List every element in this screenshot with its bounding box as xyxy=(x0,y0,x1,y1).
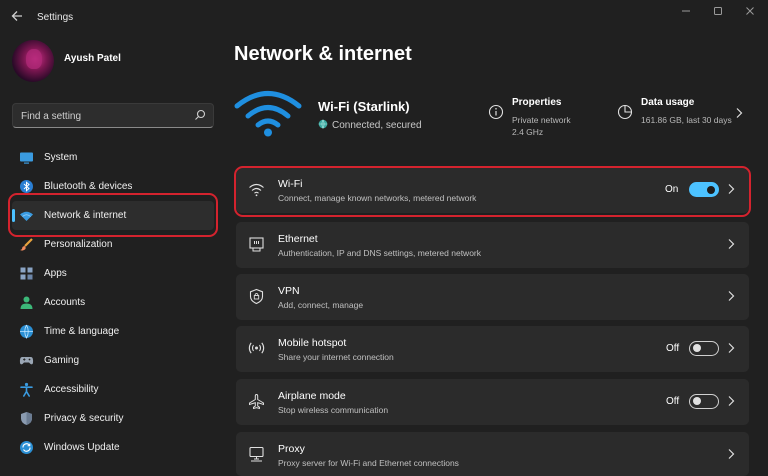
card-title: Proxy xyxy=(278,443,305,455)
ethernet-icon xyxy=(249,237,264,252)
card-title: Ethernet xyxy=(278,233,318,245)
hotspot-icon xyxy=(248,342,265,354)
sidebar-item-label: Personalization xyxy=(44,239,113,250)
card-subtitle: Share your internet connection xyxy=(278,352,394,362)
sidebar-item-personalization[interactable]: Personalization xyxy=(12,230,214,259)
sidebar-item-time-language[interactable]: Time & language xyxy=(12,317,214,346)
chevron-right-icon xyxy=(728,449,735,459)
info-icon xyxy=(488,104,504,120)
chevron-right-icon xyxy=(736,108,743,118)
app-title: Settings xyxy=(37,12,74,23)
sidebar-item-label: Apps xyxy=(44,268,67,279)
personalization-brush-icon xyxy=(20,238,33,251)
card-subtitle: Stop wireless communication xyxy=(278,405,389,415)
search-placeholder: Find a setting xyxy=(21,111,82,122)
sidebar-item-accounts[interactable]: Accounts xyxy=(12,288,214,317)
card-airplane-mode[interactable]: Airplane mode Stop wireless communicatio… xyxy=(236,379,749,425)
card-wifi[interactable]: Wi-Fi Connect, manage known networks, me… xyxy=(236,167,749,213)
sidebar-item-network[interactable]: Network & internet xyxy=(12,201,214,230)
card-vpn[interactable]: VPN Add, connect, manage xyxy=(236,274,749,320)
wifi-toggle-state: On xyxy=(665,184,679,195)
card-subtitle: Connect, manage known networks, metered … xyxy=(278,193,477,203)
back-arrow-icon[interactable] xyxy=(8,9,26,27)
card-subtitle: Add, connect, manage xyxy=(278,300,364,310)
connection-status: Connected, secured xyxy=(318,119,422,131)
network-icon xyxy=(20,211,33,221)
apps-icon xyxy=(20,267,33,280)
card-proxy[interactable]: Proxy Proxy server for Wi-Fi and Etherne… xyxy=(236,432,749,476)
card-title: Mobile hotspot xyxy=(278,337,347,349)
wifi-icon xyxy=(249,183,264,197)
connection-status-text: Connected, secured xyxy=(332,120,422,131)
accessibility-icon xyxy=(20,382,33,397)
chevron-right-icon xyxy=(728,396,735,406)
sidebar-item-system[interactable]: System xyxy=(12,143,214,172)
sidebar-item-bluetooth[interactable]: Bluetooth & devices xyxy=(12,172,214,201)
user-profile[interactable]: Ayush Patel xyxy=(12,40,212,88)
active-indicator xyxy=(12,209,15,222)
properties-title: Properties xyxy=(512,97,562,108)
airplane-icon xyxy=(249,393,264,410)
card-mobile-hotspot[interactable]: Mobile hotspot Share your internet conne… xyxy=(236,326,749,372)
network-name: Wi-Fi (Starlink) xyxy=(318,99,410,114)
sidebar-item-label: System xyxy=(44,152,78,163)
profile-name: Ayush Patel xyxy=(64,53,121,64)
chevron-right-icon xyxy=(728,239,735,249)
windows-update-icon xyxy=(20,441,33,454)
card-title: Wi-Fi xyxy=(278,178,303,190)
wifi-hero-icon xyxy=(234,91,302,137)
data-usage-amount: 161.86 GB, last 30 days xyxy=(641,115,732,125)
hotspot-toggle-state: Off xyxy=(666,343,680,354)
title-bar: Settings xyxy=(0,0,768,36)
sidebar-item-label: Accounts xyxy=(44,297,86,308)
sidebar-item-label: Time & language xyxy=(44,326,120,337)
sidebar-item-label: Windows Update xyxy=(44,442,120,453)
shield-icon xyxy=(21,412,32,425)
proxy-icon xyxy=(249,446,264,462)
sidebar-item-label: Network & internet xyxy=(44,210,127,221)
sidebar-item-label: Gaming xyxy=(44,355,80,366)
time-language-icon xyxy=(20,324,33,339)
sidebar-item-windows-update[interactable]: Windows Update xyxy=(12,433,214,462)
card-subtitle: Proxy server for Wi-Fi and Ethernet conn… xyxy=(278,458,459,468)
sidebar-item-label: Accessibility xyxy=(44,384,99,395)
sidebar-item-apps[interactable]: Apps xyxy=(12,259,214,288)
globe-icon xyxy=(318,119,328,129)
sidebar-nav: System Bluetooth & devices Network & int… xyxy=(12,143,214,462)
maximize-icon[interactable] xyxy=(708,6,728,20)
card-subtitle: Authentication, IP and DNS settings, met… xyxy=(278,248,482,258)
data-usage-link[interactable]: Data usage 161.86 GB, last 30 days xyxy=(617,97,752,129)
sidebar-item-label: Privacy & security xyxy=(44,413,124,424)
gaming-icon xyxy=(19,357,34,365)
pie-chart-icon xyxy=(617,104,633,120)
bluetooth-icon xyxy=(20,180,33,193)
airplane-toggle-state: Off xyxy=(666,396,680,407)
airplane-toggle[interactable] xyxy=(689,394,719,409)
data-usage-title: Data usage xyxy=(641,97,695,108)
card-ethernet[interactable]: Ethernet Authentication, IP and DNS sett… xyxy=(236,222,749,268)
chevron-right-icon xyxy=(728,343,735,353)
sidebar-item-label: Bluetooth & devices xyxy=(44,181,133,192)
avatar xyxy=(12,40,54,82)
close-icon[interactable] xyxy=(740,6,760,20)
page-title: Network & internet xyxy=(234,43,412,65)
card-title: VPN xyxy=(278,285,300,297)
hotspot-toggle[interactable] xyxy=(689,341,719,356)
vpn-shield-icon xyxy=(249,288,264,305)
card-title: Airplane mode xyxy=(278,390,346,402)
system-icon xyxy=(20,152,33,164)
properties-network-type: Private network xyxy=(512,115,571,125)
chevron-right-icon xyxy=(728,184,735,194)
properties-band: 2.4 GHz xyxy=(512,127,544,137)
minimize-icon[interactable] xyxy=(676,6,696,20)
accounts-icon xyxy=(20,296,33,309)
wifi-toggle[interactable] xyxy=(689,182,719,197)
search-box[interactable]: Find a setting xyxy=(12,103,214,128)
sidebar-item-gaming[interactable]: Gaming xyxy=(12,346,214,375)
search-icon[interactable] xyxy=(194,109,206,121)
sidebar-item-privacy-security[interactable]: Privacy & security xyxy=(12,404,214,433)
sidebar-item-accessibility[interactable]: Accessibility xyxy=(12,375,214,404)
chevron-right-icon xyxy=(728,291,735,301)
properties-link[interactable]: Properties Private network 2.4 GHz xyxy=(488,97,598,139)
